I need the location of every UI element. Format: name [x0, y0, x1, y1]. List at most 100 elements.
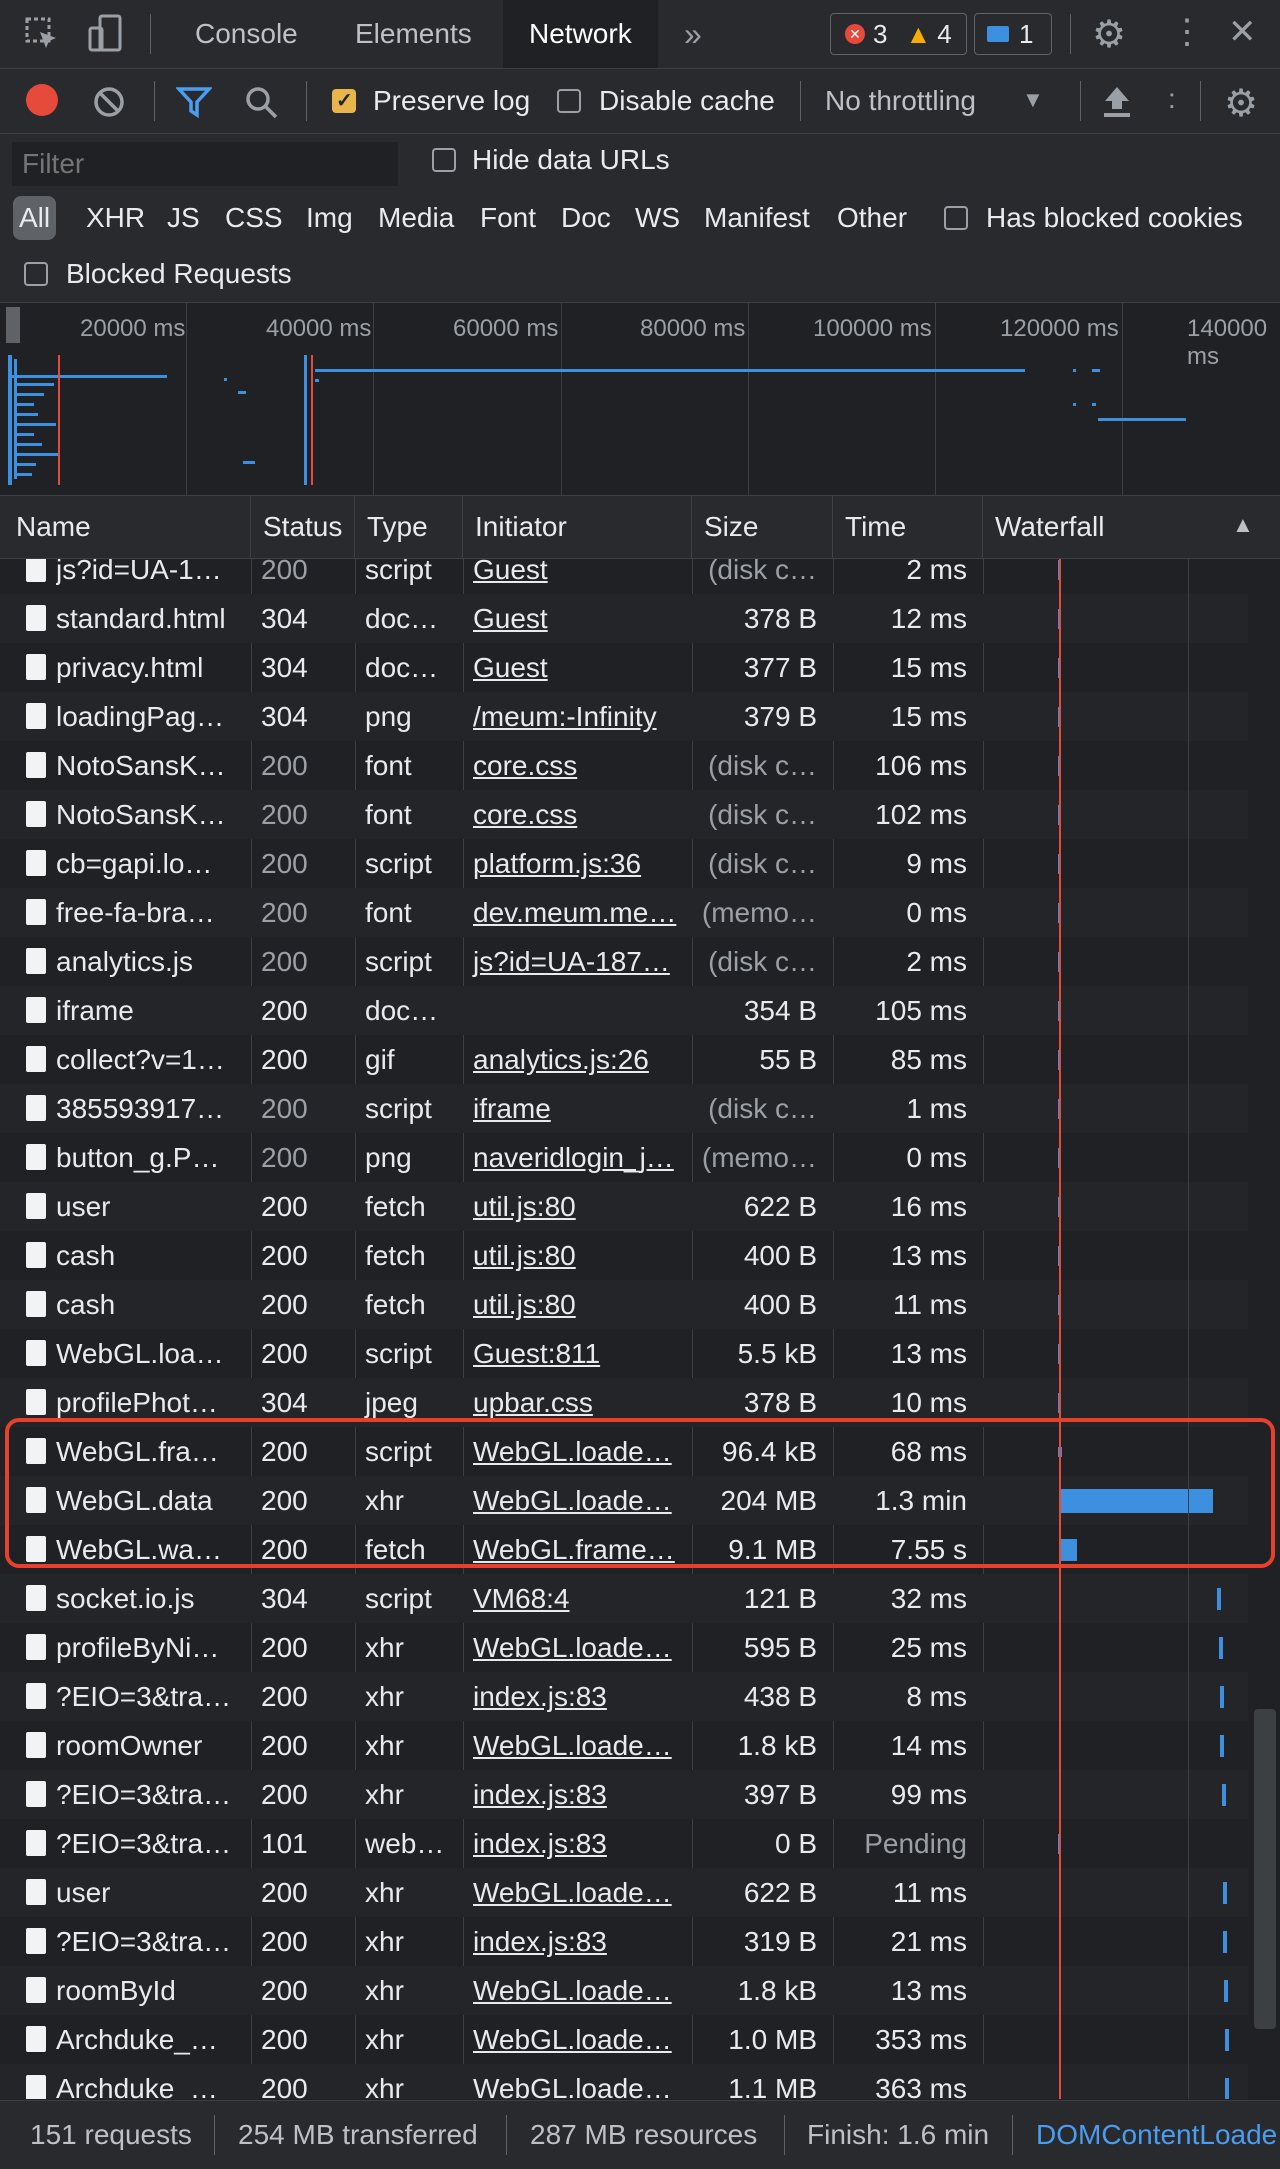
blocked-requests-label: Blocked Requests: [66, 258, 292, 289]
cell-name: profileByNi…: [56, 1632, 220, 1663]
filter-type-all[interactable]: All: [13, 196, 57, 240]
cell-initiator[interactable]: platform.js:36: [463, 839, 692, 888]
filter-type-js[interactable]: JS: [167, 196, 200, 240]
column-type[interactable]: Type: [355, 496, 463, 558]
cell-initiator[interactable]: WebGL.loade…: [463, 2064, 692, 2099]
request-list-scrollbar[interactable]: [1248, 559, 1280, 2099]
cell-initiator[interactable]: Guest:811: [463, 1329, 692, 1378]
device-toolbar-icon[interactable]: [88, 14, 124, 61]
scrollbar-thumb[interactable]: [1254, 1709, 1276, 2029]
tab-console[interactable]: Console: [195, 0, 298, 68]
cell-initiator[interactable]: util.js:80: [463, 1231, 692, 1280]
messages-badge[interactable]: 1: [974, 13, 1052, 55]
cell-initiator[interactable]: Guest: [463, 594, 692, 643]
has-blocked-cookies-checkbox[interactable]: [944, 206, 968, 230]
column-name[interactable]: Name: [4, 496, 251, 558]
cell-initiator[interactable]: analytics.js:26: [463, 1035, 692, 1084]
cell-time: Pending: [864, 1828, 967, 1859]
search-icon[interactable]: [244, 85, 278, 126]
cell-initiator[interactable]: core.css: [463, 741, 692, 790]
filter-type-other[interactable]: Other: [837, 196, 907, 240]
waterfall-load-marker: [1059, 559, 1061, 2099]
network-settings-icon[interactable]: ⚙: [1224, 81, 1258, 126]
cell-time: 11 ms: [892, 1289, 967, 1320]
more-toolbar-icon[interactable]: :: [1168, 83, 1176, 115]
filter-type-manifest[interactable]: Manifest: [704, 196, 810, 240]
cell-initiator[interactable]: Guest: [463, 559, 692, 594]
cell-initiator[interactable]: util.js:80: [463, 1182, 692, 1231]
cell-initiator[interactable]: index.js:83: [463, 1770, 692, 1819]
cell-initiator[interactable]: WebGL.loade…: [463, 1623, 692, 1672]
close-icon[interactable]: ✕: [1228, 12, 1257, 52]
cell-initiator[interactable]: WebGL.loade…: [463, 1868, 692, 1917]
cell-status: 200: [261, 1779, 308, 1810]
disable-cache-checkbox[interactable]: [557, 89, 581, 113]
settings-gear-icon[interactable]: ⚙: [1092, 12, 1126, 57]
cell-name: button_g.P…: [56, 1142, 220, 1173]
file-icon: [26, 948, 46, 974]
inspect-element-icon[interactable]: [24, 16, 60, 59]
filter-type-font[interactable]: Font: [480, 196, 536, 240]
cell-time: 25 ms: [890, 1632, 967, 1663]
hide-data-urls-checkbox[interactable]: [432, 148, 456, 172]
cell-size: 378 B: [743, 603, 817, 634]
dom-content-loaded-time: DOMContentLoade: [1036, 2119, 1278, 2150]
cell-initiator[interactable]: js?id=UA-187…: [463, 937, 692, 986]
tab-network[interactable]: Network: [503, 0, 658, 68]
cell-initiator[interactable]: Guest: [463, 643, 692, 692]
filter-type-css[interactable]: CSS: [225, 196, 283, 240]
filter-type-img[interactable]: Img: [306, 196, 353, 240]
blocked-requests-checkbox[interactable]: [24, 262, 48, 286]
filter-icon[interactable]: [175, 85, 213, 126]
chevron-down-icon[interactable]: ▼: [1022, 87, 1044, 113]
cell-status: 200: [261, 1044, 308, 1075]
cell-initiator[interactable]: iframe: [463, 1084, 692, 1133]
import-har-icon[interactable]: [1100, 83, 1134, 126]
tab-elements[interactable]: Elements: [355, 0, 472, 68]
cell-type: xhr: [365, 1681, 404, 1712]
throttling-select[interactable]: No throttling: [825, 81, 976, 121]
cell-initiator[interactable]: VM68:4: [463, 1574, 692, 1623]
more-tabs-icon[interactable]: »: [684, 16, 702, 53]
cell-time: 2 ms: [906, 559, 967, 585]
finish-time: Finish: 1.6 min: [807, 2119, 990, 2150]
sort-ascending-icon[interactable]: ▲: [1232, 512, 1254, 538]
file-icon: [26, 703, 46, 729]
column-initiator[interactable]: Initiator: [463, 496, 692, 558]
column-size[interactable]: Size: [692, 496, 833, 558]
filter-type-xhr[interactable]: XHR: [86, 196, 145, 240]
cell-initiator[interactable]: naveridlogin_j…: [463, 1133, 692, 1182]
cell-initiator[interactable]: index.js:83: [463, 1917, 692, 1966]
cell-initiator[interactable]: util.js:80: [463, 1280, 692, 1329]
cell-type: xhr: [365, 2073, 404, 2099]
filter-type-doc[interactable]: Doc: [561, 196, 611, 240]
waterfall-bar: [1220, 1685, 1224, 1708]
cell-initiator[interactable]: core.css: [463, 790, 692, 839]
network-overview-timeline[interactable]: 20000 ms 40000 ms 60000 ms 80000 ms 1000…: [0, 303, 1280, 496]
console-counts-badge[interactable]: ✕ 3 ▲ 4: [830, 13, 967, 55]
more-options-icon[interactable]: ⋮: [1170, 12, 1204, 52]
network-status-bar: 151 requests 254 MB transferred 287 MB r…: [0, 2100, 1280, 2169]
filter-input[interactable]: [12, 142, 398, 186]
cell-initiator[interactable]: WebGL.loade…: [463, 2015, 692, 2064]
preserve-log-checkbox[interactable]: [332, 88, 356, 113]
cell-initiator[interactable]: WebGL.loade…: [463, 1966, 692, 2015]
record-icon[interactable]: [26, 84, 58, 116]
filter-type-ws[interactable]: WS: [635, 196, 680, 240]
cell-time: 11 ms: [892, 1877, 967, 1908]
column-status[interactable]: Status: [251, 496, 355, 558]
filter-type-media[interactable]: Media: [378, 196, 454, 240]
cell-initiator[interactable]: index.js:83: [463, 1819, 692, 1868]
cell-name: collect?v=1…: [56, 1044, 225, 1075]
cell-initiator[interactable]: dev.meum.me…: [463, 888, 692, 937]
cell-initiator[interactable]: index.js:83: [463, 1672, 692, 1721]
cell-size: 622 B: [743, 1191, 817, 1222]
clear-icon[interactable]: [92, 85, 126, 126]
cell-initiator[interactable]: /meum:-Infinity: [463, 692, 692, 741]
column-time[interactable]: Time: [833, 496, 983, 558]
cell-time: 16 ms: [890, 1191, 967, 1222]
cell-size: 400 B: [743, 1240, 817, 1271]
cell-type: doc…: [365, 603, 439, 634]
column-waterfall[interactable]: Waterfall: [983, 496, 1223, 558]
cell-initiator[interactable]: WebGL.loade…: [463, 1721, 692, 1770]
